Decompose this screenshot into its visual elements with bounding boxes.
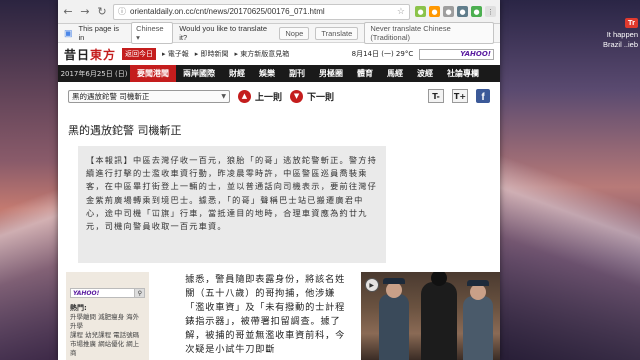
hot-title: 熱門: [70,304,87,312]
nav-date: 2017年6月25日 (日) [60,69,128,78]
nav-item-entertainment[interactable]: 娛樂 [252,65,282,82]
extension-icon-5[interactable]: ● [471,6,482,17]
instant-news-label: 即時新聞 [200,50,229,58]
photo-cap-right [466,280,489,286]
yahoo-logo: YAHOO! [460,50,491,58]
nope-button[interactable]: Nope [279,26,310,40]
photo-cap-left [382,278,405,284]
news-photo[interactable]: ▶ [360,272,500,360]
font-controls: T- T+ f [428,89,490,103]
notification-line-2: Brazil ..ieb [602,40,638,49]
photo-head-center [430,272,447,286]
lower-section: YAHOO! ⚲ 熱門: 升學離問 減肥瘦身 海外升學 課程 幼兒課程 電話號碼… [58,272,500,360]
nav-item-local-news[interactable]: 要聞港聞 [130,65,176,82]
photo-figure-suspect [420,282,457,360]
bookmark-star-icon[interactable]: ☆ [397,6,405,17]
url-text: orientaldaily.on.cc/cnt/news/20170625/00… [130,7,325,16]
forward-icon[interactable]: → [79,5,91,19]
nav-item-supplement[interactable]: 副刊 [282,65,312,82]
site-search[interactable]: YAHOO! [419,48,494,60]
photo-figure-officer-right [462,296,493,360]
instant-news-link[interactable]: ▸ 即時新聞 [195,49,229,59]
notification-badge: Tr [624,18,638,28]
translate-icon: ▣ [64,27,73,38]
logo-part-a: 昔日 [64,47,91,62]
site-header: 昔日東方 返回今日 ▸ 電子報 ▸ 即時新聞 ▸ 東方新版意見箱 8月14日 (… [58,43,500,65]
photo-figure-officer-left [378,294,409,360]
address-bar: ← → ↻ ⓘ orientaldaily.on.cc/cnt/news/201… [58,0,500,24]
browser-window: ← → ↻ ⓘ orientaldaily.on.cc/cnt/news/201… [58,0,500,360]
epaper-link[interactable]: ▸ 電子報 [162,49,189,59]
translate-prefix: This page is in [78,24,119,42]
hot-line-3[interactable]: 市場推廣 網站優化 網上商 [70,340,145,358]
hot-line-2[interactable]: 課程 幼兒課程 電話號碼 [70,331,145,340]
nav-item-mens[interactable]: 男極圈 [312,65,350,82]
logo-part-b: 東方 [90,47,117,62]
prev-article-button[interactable]: ▲ 上一則 [238,89,283,103]
language-select[interactable]: Chinese ▾ [131,22,174,44]
extension-icon-4[interactable]: ● [457,6,468,17]
header-right: 8月14日 (一) 29°C YAHOO! [351,48,494,60]
nav-item-sports[interactable]: 體育 [350,65,380,82]
sidebar: YAHOO! ⚲ 熱門: 升學離問 減肥瘦身 海外升學 課程 幼兒課程 電話號碼… [66,272,150,360]
article-select-value: 黑的遇放鉈警 司機斬正 [72,91,150,101]
photo-head-right [469,284,486,300]
article-title: 黑的遇放鉈警 司機斬正 [68,124,182,137]
nav-item-editorial[interactable]: 社論專欄 [440,65,486,82]
extension-icon-3[interactable]: ● [443,6,454,17]
nav-item-finance[interactable]: 財經 [222,65,252,82]
nav-item-horse[interactable]: 馬經 [380,65,410,82]
notification[interactable]: Tr It happen Brazil ..ieb [558,18,638,50]
desktop-wallpaper-right: Tr It happen Brazil ..ieb [500,0,640,360]
article-toolbar: 黑的遇放鉈警 司機斬正 ▼ ▲ 上一則 ▼ 下一則 T- T+ f [58,82,500,110]
back-to-today-link[interactable]: 返回今日 [122,48,157,60]
info-icon[interactable]: ⓘ [118,6,126,17]
extension-icons: ● ● ● ● ● ⋮ [415,6,496,17]
feedback-link[interactable]: ▸ 東方新版意見箱 [235,49,290,59]
menu-icon[interactable]: ⋮ [485,6,496,17]
reload-icon[interactable]: ↻ [96,5,108,19]
translate-question: Would you like to translate it? [179,24,268,42]
main-nav: 2017年6月25日 (日) 要聞港聞 兩岸國際 財經 娛樂 副刊 男極圈 體育… [58,65,500,82]
language-value: Chinese [136,24,164,33]
photo-head-left [385,282,402,298]
hot-line-1[interactable]: 升學離問 減肥瘦身 海外升學 [70,313,145,331]
translate-button[interactable]: Translate [315,26,359,40]
nav-item-international[interactable]: 兩岸國際 [176,65,222,82]
feedback-label: 東方新版意見箱 [240,50,290,58]
next-label: 下一則 [307,92,335,103]
sidebar-yahoo-logo: YAHOO! [73,289,100,297]
arrow-up-icon: ▲ [238,89,251,103]
prev-label: 上一則 [255,92,283,103]
extension-icon-2[interactable]: ● [429,6,440,17]
date-weather: 8月14日 (一) 29°C [351,50,414,58]
font-larger-button[interactable]: T+ [452,89,468,103]
desktop-wallpaper-left [0,0,58,360]
never-translate-button[interactable]: Never translate Chinese (Traditional) [364,22,494,44]
play-icon[interactable]: ▶ [364,278,379,292]
extension-icon-1[interactable]: ● [415,6,426,17]
font-smaller-button[interactable]: T- [428,89,444,103]
facebook-icon[interactable]: f [476,89,490,103]
back-icon[interactable]: ← [62,5,74,19]
sidebar-search[interactable]: YAHOO! ⚲ [70,288,146,298]
article-continued: 據悉，警員隨即表露身份，將該名姓關（五十八歲）的哥拘捕，他涉嫌「濫收車資」及「未… [185,274,346,355]
arrow-down-icon: ▼ [290,89,304,103]
notification-line-1: It happen [606,30,638,39]
nav-item-football[interactable]: 波經 [410,65,440,82]
article-body: 【本報訊】中區去灣仔收一百元，狼胎「的哥」逃放鉈警斬正。警方持續進行打擊的士濫收… [78,146,386,263]
epaper-label: 電子報 [167,50,189,58]
search-icon[interactable]: ⚲ [134,289,145,297]
translate-bar: ▣ This page is in Chinese ▾ Would you li… [58,22,500,44]
site-logo[interactable]: 昔日東方 [64,46,116,63]
article-select[interactable]: 黑的遇放鉈警 司機斬正 ▼ [68,89,230,103]
next-article-button[interactable]: ▼ 下一則 [290,89,335,103]
url-field[interactable]: ⓘ orientaldaily.on.cc/cnt/news/20170625/… [113,3,410,20]
chevron-down-icon: ▼ [221,92,226,100]
